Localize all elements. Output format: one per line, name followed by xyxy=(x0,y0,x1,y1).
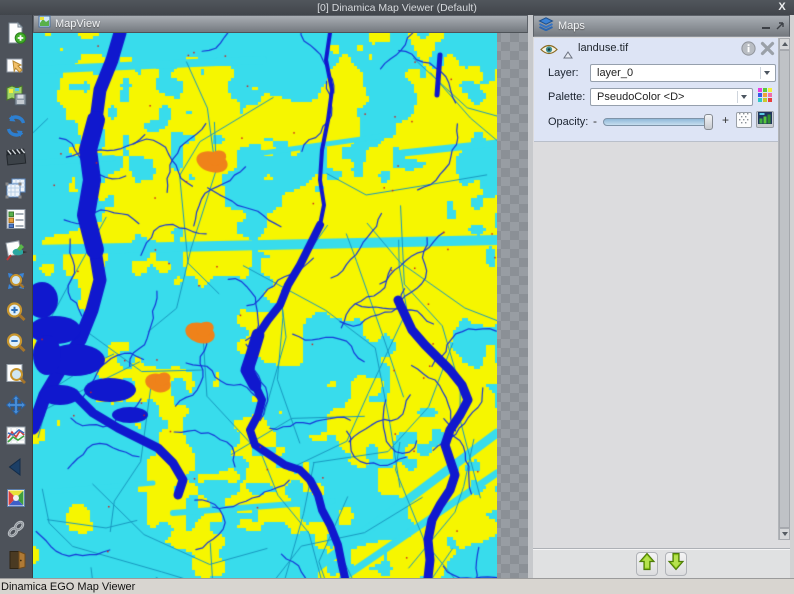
opacity-minus[interactable]: - xyxy=(593,114,597,128)
open-map-icon xyxy=(4,52,28,76)
eye-icon[interactable] xyxy=(540,43,558,61)
left-toolbar xyxy=(0,15,33,578)
maps-title: Maps xyxy=(558,20,585,32)
zoom-in-icon xyxy=(4,300,28,324)
window-close-icon[interactable]: X xyxy=(775,0,789,14)
copy-region-icon xyxy=(4,176,28,200)
zoom-out-icon xyxy=(4,331,28,355)
exit-button[interactable] xyxy=(3,547,29,572)
color-grid-icon[interactable] xyxy=(758,88,773,108)
opacity-slider-track[interactable] xyxy=(603,118,710,126)
collapse-triangle-icon[interactable] xyxy=(563,46,573,64)
window-titlebar[interactable]: [0] Dinamica Map Viewer (Default) X xyxy=(0,0,794,15)
copy-region-button[interactable] xyxy=(3,175,29,200)
map-canvas-area xyxy=(33,33,528,578)
layer-label: Layer: xyxy=(548,67,579,79)
mapview-header-icon xyxy=(38,15,51,33)
layer-combobox[interactable]: layer_0 xyxy=(590,64,776,82)
maps-panel: Maps landuse.tif Layer: layer_0 xyxy=(533,15,790,578)
zoom-region-icon xyxy=(4,362,28,386)
scrollbar-thumb[interactable] xyxy=(779,50,790,528)
palette-combobox[interactable]: PseudoColor <D> xyxy=(590,88,753,106)
profile-chart-icon xyxy=(4,424,28,448)
exit-icon xyxy=(4,548,28,572)
info-icon[interactable] xyxy=(741,41,756,61)
move-layer-up-button[interactable] xyxy=(636,552,658,576)
maps-bottom-bar xyxy=(533,548,790,578)
opacity-slider-handle[interactable] xyxy=(704,114,713,130)
palette-combobox-value: PseudoColor <D> xyxy=(597,91,684,103)
move-layer-down-button[interactable] xyxy=(665,552,687,576)
mapview-header[interactable]: MapView xyxy=(33,15,528,33)
down-green-arrow-icon xyxy=(667,552,685,576)
scroll-up-icon[interactable] xyxy=(779,38,790,50)
zoom-full-extent-button[interactable] xyxy=(3,268,29,293)
layers-icon xyxy=(538,16,554,36)
app-window: [0] Dinamica Map Viewer (Default) X xyxy=(0,0,794,594)
opacity-label: Opacity: xyxy=(548,116,588,128)
refresh-icon xyxy=(4,114,28,138)
legend-icon xyxy=(4,207,28,231)
open-map-button[interactable] xyxy=(3,51,29,76)
dither-button[interactable] xyxy=(736,112,752,128)
pick-info-button[interactable] xyxy=(3,237,29,262)
layer-filename: landuse.tif xyxy=(578,42,628,54)
edit-palette-icon xyxy=(4,486,28,510)
layer-card: landuse.tif Layer: layer_0 Palette: Pseu… xyxy=(534,38,778,142)
scroll-down-icon[interactable] xyxy=(779,528,790,540)
edit-palette-button[interactable] xyxy=(3,485,29,510)
pick-info-icon xyxy=(4,238,28,262)
chevron-down-icon[interactable] xyxy=(737,91,750,103)
link-views-icon xyxy=(4,517,28,541)
window-right-border xyxy=(790,15,794,578)
pan-button[interactable] xyxy=(3,392,29,417)
zoom-in-button[interactable] xyxy=(3,299,29,324)
back-icon xyxy=(4,455,28,479)
opacity-plus[interactable]: + xyxy=(722,113,729,127)
save-map-button[interactable] xyxy=(3,82,29,107)
maps-scrollbar[interactable] xyxy=(778,38,789,540)
new-map-view-button[interactable] xyxy=(3,20,29,45)
animation-icon xyxy=(4,145,28,169)
statusbar-text: Dinamica EGO Map Viewer xyxy=(1,581,135,593)
dither-pattern-icon xyxy=(738,111,750,129)
legend-button[interactable] xyxy=(3,206,29,231)
chevron-down-icon[interactable] xyxy=(760,67,773,79)
minimize-icon[interactable] xyxy=(762,17,771,35)
new-map-view-icon xyxy=(4,21,28,45)
profile-chart-button[interactable] xyxy=(3,423,29,448)
animation-button[interactable] xyxy=(3,144,29,169)
statusbar: Dinamica EGO Map Viewer xyxy=(0,578,794,594)
zoom-out-button[interactable] xyxy=(3,330,29,355)
refresh-button[interactable] xyxy=(3,113,29,138)
zoom-region-button[interactable] xyxy=(3,361,29,386)
map-raster[interactable] xyxy=(33,33,497,578)
image-preview-icon xyxy=(758,111,772,129)
palette-label: Palette: xyxy=(548,91,585,103)
save-map-icon xyxy=(4,83,28,107)
zoom-full-extent-icon xyxy=(4,269,28,293)
mapview-title: MapView xyxy=(55,18,100,30)
window-title: [0] Dinamica Map Viewer (Default) xyxy=(317,2,477,14)
link-views-button[interactable] xyxy=(3,516,29,541)
layer-combobox-value: layer_0 xyxy=(597,67,633,79)
image-preview-button[interactable] xyxy=(756,111,774,128)
pan-icon xyxy=(4,393,28,417)
remove-layer-icon[interactable] xyxy=(760,41,775,61)
back-button[interactable] xyxy=(3,454,29,479)
float-icon[interactable] xyxy=(776,17,785,35)
maps-header[interactable]: Maps xyxy=(533,15,790,37)
up-green-arrow-icon xyxy=(638,552,656,576)
mapview-panel: MapView xyxy=(33,15,528,578)
